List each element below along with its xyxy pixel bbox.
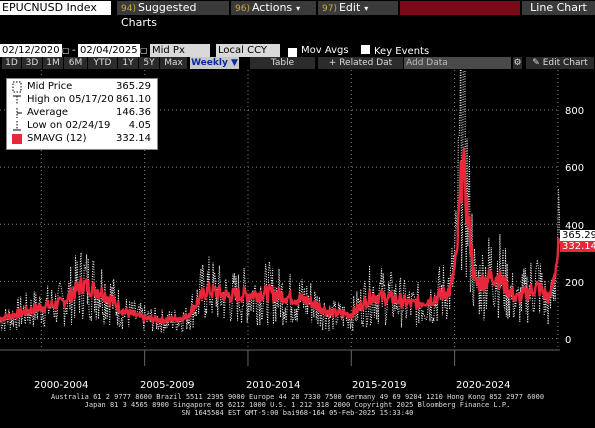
footer-line: Australia 61 2 9777 8600 Brazil 5511 239… xyxy=(50,393,545,401)
calendar-icon[interactable]: ▢ xyxy=(140,44,149,57)
legend-value: 332.14 xyxy=(116,133,151,144)
period-max[interactable]: Max xyxy=(160,57,188,69)
frequency-select[interactable]: Weekly ▼ xyxy=(190,57,240,69)
high-marker-icon xyxy=(13,95,21,105)
checkbox-icon[interactable] xyxy=(360,44,371,55)
low-marker-icon xyxy=(13,121,21,131)
last-sma-tag: 332.14 xyxy=(560,241,595,252)
mov-avgs-label: Mov Avgs xyxy=(301,45,349,56)
average-marker-icon xyxy=(16,108,22,118)
legend-value: 861.10 xyxy=(116,94,151,105)
legend-smavg[interactable]: SMAVG (12) 332.14 xyxy=(11,133,151,145)
actions-menu[interactable]: 96) Actions ▾ xyxy=(231,1,316,15)
table-button[interactable]: Table xyxy=(250,57,316,69)
calendar-icon[interactable]: ▢ xyxy=(62,44,71,57)
suggested-number: 94) xyxy=(121,4,136,14)
y-tick-label: 200 xyxy=(565,278,585,289)
period-3d[interactable]: 3D xyxy=(22,57,43,69)
plus-icon: + xyxy=(328,58,340,68)
chevron-down-icon: ▾ xyxy=(296,4,301,13)
x-axis-label: 2000-2004 xyxy=(34,380,89,391)
ticker-field[interactable]: EPUCNUSD Index xyxy=(0,1,111,15)
actions-label: Actions xyxy=(251,1,293,14)
footer-line: SN 1645584 EST GMT-5:00 bai968-164 05-Fe… xyxy=(181,409,414,417)
add-data-field[interactable]: Add Data xyxy=(404,57,512,69)
legend-label: SMAVG (12) xyxy=(27,133,87,144)
last-mid-price-tag: 365.29 xyxy=(560,230,595,241)
legend-low: Low on 02/24/19 4.05 xyxy=(11,120,151,132)
legend-average: Average 146.36 xyxy=(11,107,151,119)
dotted-line-icon xyxy=(12,81,22,93)
legend-label: Average xyxy=(27,107,69,118)
period-1m[interactable]: 1M xyxy=(43,57,64,69)
period-6m[interactable]: 6M xyxy=(64,57,88,69)
legend-mid-price[interactable]: Mid Price 365.29 xyxy=(11,81,151,93)
period-1d[interactable]: 1D xyxy=(2,57,22,69)
chevron-down-icon: ▾ xyxy=(364,4,369,13)
x-axis-label: 2005-2009 xyxy=(140,380,195,391)
x-axis-label: 2015-2019 xyxy=(352,380,407,391)
footer-line: Japan 81 3 4565 8900 Singapore 65 6212 1… xyxy=(84,401,511,409)
actions-number: 96) xyxy=(235,4,250,14)
period-5y[interactable]: 5Y xyxy=(139,57,160,69)
edit-chart-button[interactable]: ✎ Edit Chart xyxy=(526,57,595,69)
key-events-toggle[interactable]: Key Events xyxy=(360,44,440,57)
red-square-icon xyxy=(12,134,22,144)
related-data-label: Related Dat xyxy=(339,58,393,68)
start-date-field[interactable]: 02/12/2020 xyxy=(0,44,62,57)
field-select[interactable]: Mid Px xyxy=(150,44,210,57)
legend-label: Low on 02/24/19 xyxy=(27,120,111,131)
y-tick-label: 800 xyxy=(565,106,585,117)
bloomberg-footer: Australia 61 2 9777 8600 Brazil 5511 239… xyxy=(0,393,595,417)
period-1y[interactable]: 1Y xyxy=(118,57,139,69)
frequency-label: Weekly xyxy=(191,58,228,68)
edit-label: Edit xyxy=(338,1,361,14)
period-ytd[interactable]: YTD xyxy=(88,57,118,69)
smavg-series xyxy=(0,147,560,325)
x-axis-label: 2010-2014 xyxy=(246,380,301,391)
suggested-charts-button[interactable]: 94) Suggested Charts xyxy=(117,1,229,29)
triangle-down-icon: ▼ xyxy=(230,58,238,68)
chart-legend[interactable]: Mid Price 365.29 High on 05/17/20 861.10 A… xyxy=(6,78,158,150)
legend-value: 146.36 xyxy=(116,107,151,118)
edit-number: 97) xyxy=(322,4,337,14)
end-date-field[interactable]: 02/04/2025 xyxy=(78,44,140,57)
edit-menu[interactable]: 97) Edit ▾ xyxy=(318,1,398,15)
settings-icon[interactable]: ⚙ xyxy=(513,57,523,69)
legend-label: Mid Price xyxy=(27,81,73,92)
y-tick-label: 0 xyxy=(565,335,572,346)
legend-label: High on 05/17/20 xyxy=(27,94,114,105)
x-axis-label: 2020-2024 xyxy=(456,380,511,391)
edit-chart-label: Edit Chart xyxy=(542,58,588,68)
title-filler xyxy=(400,1,520,15)
related-data-button[interactable]: + Related Dat xyxy=(318,57,404,69)
pencil-icon: ✎ xyxy=(532,58,543,68)
chart-type-label: Line Chart xyxy=(522,1,595,15)
legend-high: High on 05/17/20 861.10 xyxy=(11,94,151,106)
y-tick-label: 600 xyxy=(565,163,585,174)
legend-value: 365.29 xyxy=(116,81,151,92)
key-events-label: Key Events xyxy=(374,46,430,57)
legend-value: 4.05 xyxy=(128,120,151,131)
currency-select[interactable]: Local CCY xyxy=(216,44,280,57)
mov-avgs-toggle[interactable]: ✓ Mov Avgs xyxy=(287,44,357,58)
